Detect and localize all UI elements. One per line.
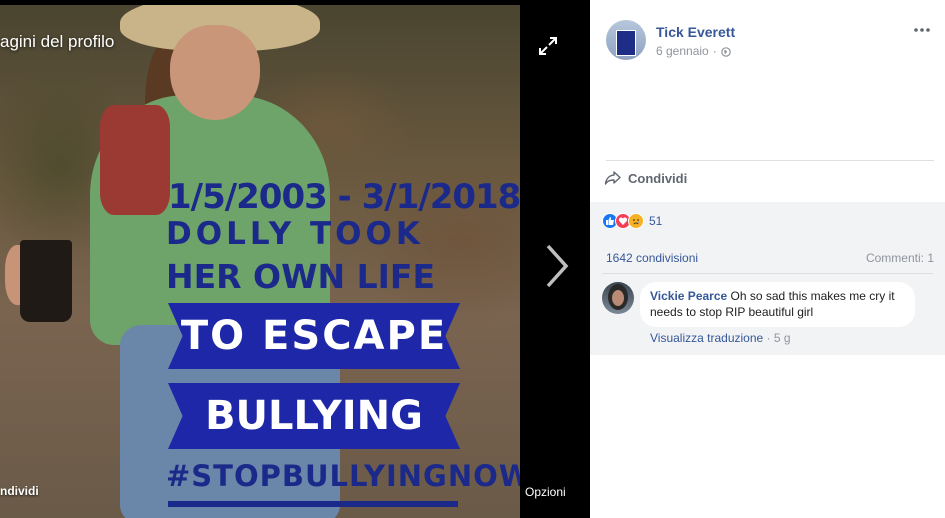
- meta-separator: ·: [712, 44, 717, 58]
- expand-icon[interactable]: [536, 34, 560, 58]
- commenter-avatar[interactable]: [602, 282, 634, 314]
- translate-link[interactable]: Visualizza traduzione: [650, 331, 763, 345]
- chevron-right-icon[interactable]: [540, 240, 572, 292]
- author-name[interactable]: Tick Everett: [656, 24, 735, 40]
- post-meta: 6 gennaio ·: [656, 44, 731, 58]
- photo-dates-text: 1/5/2003 - 3/1/2018: [168, 177, 520, 217]
- meta-separator: ·: [766, 331, 774, 345]
- author-avatar[interactable]: [606, 20, 646, 60]
- photo-line1-text: DOLLY TOOK: [166, 216, 424, 252]
- post-photo[interactable]: 1/5/2003 - 3/1/2018 DOLLY TOOK HER OWN L…: [0, 5, 520, 518]
- comments-count[interactable]: Commenti: 1: [866, 251, 934, 265]
- photo-hashtag-text: #STOPBULLYINGNOW: [166, 459, 520, 493]
- photo-underline: [168, 501, 458, 507]
- reactions-count[interactable]: 51: [649, 214, 662, 228]
- post-date[interactable]: 6 gennaio: [656, 44, 709, 58]
- comment-meta: Visualizza traduzione · 5 g: [650, 331, 791, 345]
- more-options-icon[interactable]: [913, 23, 931, 37]
- share-button[interactable]: Condividi: [604, 170, 687, 186]
- post-side-panel: Tick Everett 6 gennaio · Condividi 51 16…: [590, 5, 945, 518]
- divider: [602, 273, 933, 274]
- options-button[interactable]: Opzioni: [525, 485, 566, 499]
- share-label: Condividi: [628, 170, 688, 186]
- photo-bag: [100, 105, 170, 215]
- sad-icon: [628, 213, 644, 229]
- commenter-name[interactable]: Vickie Pearce: [650, 289, 727, 303]
- photo-banner-bullying: BULLYING: [168, 383, 460, 449]
- album-title[interactable]: agini del profilo: [0, 32, 114, 52]
- share-icon: [604, 170, 622, 186]
- comment-bubble: Vickie Pearce Oh so sad this makes me cr…: [640, 282, 915, 327]
- photo-banner-escape: TO ESCAPE: [168, 303, 460, 369]
- reactions-summary[interactable]: 51: [602, 213, 662, 229]
- share-photo-button[interactable]: ndividi: [0, 484, 39, 498]
- photo-mug: [20, 240, 72, 322]
- comment-age[interactable]: 5 g: [774, 331, 791, 345]
- photo-viewer: 1/5/2003 - 3/1/2018 DOLLY TOOK HER OWN L…: [0, 0, 590, 518]
- photo-theater: 1/5/2003 - 3/1/2018 DOLLY TOOK HER OWN L…: [0, 0, 945, 518]
- photo-line2-text: HER OWN LIFE: [166, 257, 436, 296]
- divider: [606, 160, 934, 161]
- shares-count[interactable]: 1642 condivisioni: [606, 251, 698, 265]
- globe-icon[interactable]: [720, 46, 731, 57]
- photo-face: [170, 25, 260, 120]
